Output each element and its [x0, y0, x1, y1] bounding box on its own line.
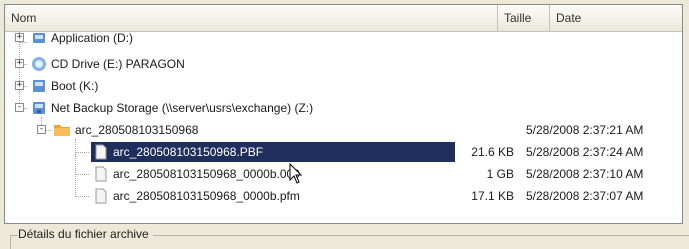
collapse-icon[interactable]: - — [15, 103, 24, 112]
tree-item-label: arc_280508103150968.PBF — [113, 145, 264, 159]
expand-icon[interactable]: + — [15, 81, 24, 90]
file-icon — [93, 144, 109, 160]
file-icon — [93, 188, 109, 204]
details-group-label: Détails du fichier archive — [18, 227, 153, 241]
drive-icon — [31, 30, 47, 46]
tree-item-pfm-file[interactable]: arc_280508103150968_0000b.pfm 17.1 KB 5/… — [5, 185, 682, 207]
file-icon — [93, 166, 109, 182]
file-date: 5/28/2008 2:37:10 AM — [526, 167, 644, 181]
tree-item-label: Boot (K:) — [51, 79, 99, 93]
mouse-pointer-icon — [289, 162, 303, 185]
file-size: 21.6 KB — [471, 145, 514, 159]
archive-folder-icon — [53, 122, 70, 138]
tree-item-label: arc_280508103150968_0000b.pfm — [113, 189, 300, 203]
tree-item-application-drive[interactable]: + Application (D:) — [5, 31, 682, 53]
column-date-header[interactable]: Date — [549, 5, 682, 31]
tree-body: + Application (D:) + CD Drive (E:) PARAG… — [5, 31, 682, 223]
file-tree-view[interactable]: Nom Taille Date + Application (D:) + CD … — [4, 4, 683, 224]
drive-icon — [31, 78, 47, 94]
tree-item-label: arc_280508103150968 — [75, 123, 199, 137]
file-size: 17.1 KB — [471, 189, 514, 203]
details-group: Détails du fichier archive — [0, 226, 689, 249]
tree-item-label: Net Backup Storage (\\server\usrs\exchan… — [51, 101, 314, 115]
network-drive-icon — [31, 100, 47, 116]
tree-item-net-backup-storage[interactable]: - Net Backup Storage (\\server\usrs\exch… — [5, 97, 682, 119]
group-border — [10, 235, 11, 249]
tree-item-boot-drive[interactable]: + Boot (K:) — [5, 75, 682, 97]
tree-item-cd-drive[interactable]: + CD Drive (E:) PARAGON — [5, 53, 682, 75]
expand-icon[interactable]: + — [15, 59, 24, 68]
expand-icon[interactable]: + — [15, 33, 24, 42]
collapse-icon[interactable]: - — [37, 125, 46, 134]
file-date: 5/28/2008 2:37:21 AM — [526, 123, 644, 137]
file-size: 1 GB — [486, 167, 514, 181]
column-size-header[interactable]: Taille — [497, 5, 549, 31]
tree-item-label: CD Drive (E:) PARAGON — [51, 57, 185, 71]
file-date: 5/28/2008 2:37:24 AM — [526, 145, 644, 159]
tree-item-label: Application (D:) — [51, 31, 134, 45]
tree-item-label: arc_280508103150968_0000b.000 — [113, 167, 300, 181]
tree-item-pbf-file[interactable]: arc_280508103150968.PBF 21.6 KB 5/28/200… — [5, 141, 682, 163]
tree-item-archive-folder[interactable]: - arc_280508103150968 5/28/2008 2:37:21 … — [5, 119, 682, 141]
tree-item-data-file[interactable]: arc_280508103150968_0000b.000 1 GB 5/28/… — [5, 163, 682, 185]
file-date: 5/28/2008 2:37:07 AM — [526, 189, 644, 203]
cd-drive-icon — [31, 56, 47, 72]
